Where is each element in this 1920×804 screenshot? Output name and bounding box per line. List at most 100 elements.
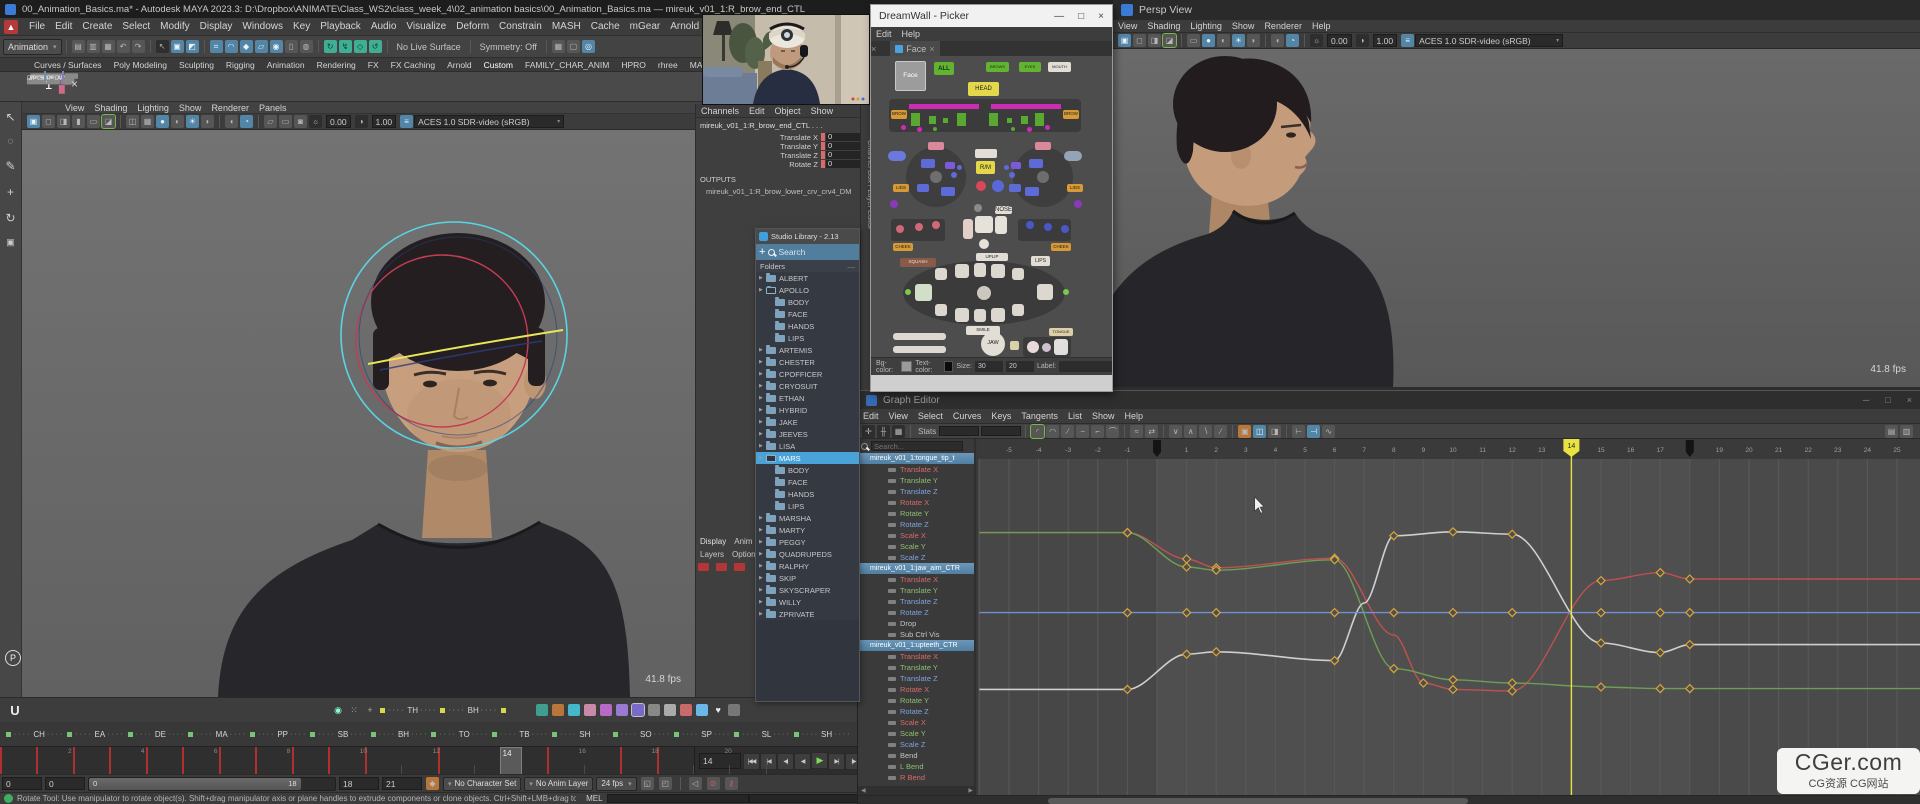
time-snap-icon[interactable]: ◫ — [1253, 425, 1266, 438]
picker-menu-item[interactable]: Edit — [871, 29, 897, 39]
channel-box-menu[interactable]: Object — [770, 106, 806, 116]
persp-exposure-field[interactable]: 0.00 — [1327, 34, 1352, 47]
attribute-value[interactable]: 0 — [826, 151, 860, 159]
anim-layer-icon[interactable] — [716, 563, 727, 571]
brow-slider-right[interactable] — [991, 104, 1061, 109]
auto-frame-icon[interactable]: ▣ — [1238, 425, 1251, 438]
expand-arrow-icon[interactable]: ▶ — [759, 599, 766, 605]
brow-left-button[interactable]: BROW — [891, 110, 907, 119]
smooth-shade-icon[interactable]: ● — [156, 115, 169, 128]
channel-box-menu[interactable]: Edit — [744, 106, 770, 116]
set-label[interactable]: SH — [579, 730, 590, 739]
set-label[interactable]: SO — [640, 730, 652, 739]
folder-row[interactable]: ▶ SKYSCRAPER — [756, 584, 859, 596]
graph-search-input[interactable] — [871, 441, 963, 451]
folder-row[interactable]: ▶ CPOFFICER — [756, 368, 859, 380]
channel-row[interactable]: Rotate Z — [858, 706, 974, 717]
single-pane-icon[interactable]: ▭ — [1187, 34, 1200, 47]
gate-mask-icon[interactable]: ◙ — [294, 115, 307, 128]
brow-dot[interactable] — [917, 127, 922, 132]
shelf-tab[interactable]: Poly Modeling — [108, 60, 173, 70]
all-button[interactable]: ALL — [934, 62, 954, 75]
maximize-button[interactable]: □ — [1078, 11, 1084, 22]
auto-key-toggle-icon[interactable]: ⚷ — [725, 777, 738, 790]
panel-close-icon[interactable]: × — [871, 44, 876, 54]
expand-arrow-icon[interactable]: ▶ — [759, 551, 766, 557]
channel-row[interactable]: Drop — [858, 618, 974, 629]
picker-menu-item[interactable]: Help — [897, 29, 926, 39]
stats-time-field[interactable] — [939, 426, 979, 436]
expand-arrow-icon[interactable]: ▶ — [759, 275, 766, 281]
set-label[interactable]: PP — [277, 730, 288, 739]
set-label[interactable]: CH — [33, 730, 45, 739]
field-chart-icon[interactable]: ▱ — [264, 115, 277, 128]
menu-item[interactable]: Create — [77, 21, 117, 32]
selection-set[interactable]: ···· BH ···· — [369, 730, 430, 739]
folder-row[interactable]: ▶ JEEVES — [756, 428, 859, 440]
blue-dot-ctl[interactable] — [992, 180, 1004, 192]
channel-row[interactable]: Translate Y — [858, 585, 974, 596]
gamma-field[interactable]: 1.00 — [372, 115, 397, 128]
expand-arrow-icon[interactable]: ▶ — [759, 575, 766, 581]
brows-group-button[interactable]: BROWS — [986, 62, 1009, 72]
step-tangent-icon[interactable]: ⌐ — [1091, 425, 1104, 438]
jaw-sub-ctl[interactable] — [1010, 341, 1019, 350]
cheek-left-button[interactable]: CHEEK — [893, 243, 913, 251]
persp-menu-item[interactable]: Show — [1227, 21, 1260, 31]
tool-icon[interactable] — [680, 704, 692, 716]
snap-curve-icon[interactable]: ◠ — [225, 40, 238, 53]
nose-ctl[interactable] — [995, 216, 1007, 234]
channel-row[interactable]: Translate X — [858, 651, 974, 662]
open-scene-icon[interactable]: ▥ — [87, 40, 100, 53]
expand-arrow-icon[interactable]: ▶ — [759, 431, 766, 437]
folder-row[interactable]: ▶ FACE — [756, 476, 859, 488]
close-button[interactable]: × — [1098, 11, 1104, 22]
gear-icon[interactable] — [728, 704, 740, 716]
eye-dot[interactable] — [1009, 172, 1015, 178]
folder-row[interactable]: ▶ HANDS — [756, 320, 859, 332]
linear-tangent-icon[interactable]: ∕ — [1061, 425, 1074, 438]
add-icon[interactable]: + — [364, 704, 376, 716]
construction-history-icon[interactable]: ↻ — [324, 40, 337, 53]
power-icon[interactable]: ◉ — [332, 704, 344, 716]
graph-menu-item[interactable]: List — [1063, 411, 1087, 421]
panel-options-icon[interactable]: ▥ — [1900, 425, 1913, 438]
brow-ctl[interactable] — [989, 113, 998, 126]
bg-color-swatch[interactable] — [901, 361, 912, 372]
maximize-button[interactable]: □ — [1885, 395, 1890, 405]
channel-box-menu[interactable]: Channels — [696, 106, 744, 116]
transport-button[interactable]: |◀◀ — [743, 753, 760, 770]
menu-item[interactable]: File — [24, 21, 50, 32]
persp-title-bar[interactable]: Persp View — [1113, 0, 1920, 20]
channel-attribute-row[interactable]: Translate Z 0 — [696, 151, 860, 159]
symmetry-label[interactable]: Symmetry: Off — [475, 42, 542, 52]
lock-weight-icon[interactable]: ∕ — [1214, 425, 1227, 438]
shelf-tab[interactable]: Rigging — [220, 60, 261, 70]
graph-menu-item[interactable]: Curves — [948, 411, 987, 421]
clamped-tangent-icon[interactable]: ◠ — [1046, 425, 1059, 438]
expand-arrow-icon[interactable]: ▶ — [759, 527, 766, 533]
channel-row[interactable]: Scale Z — [858, 739, 974, 750]
keyframe-tick[interactable] — [255, 747, 257, 775]
picker-canvas[interactable]: Face ALL BROWS EYES MOUTH HEAD BROW BROW — [871, 56, 1112, 357]
eye-ctl[interactable] — [921, 159, 935, 168]
cheek-dot[interactable] — [932, 221, 940, 229]
selection-set[interactable]: ···· SL ···· — [732, 730, 791, 739]
set-label[interactable]: MA — [216, 730, 228, 739]
menu-item[interactable]: Key — [288, 21, 315, 32]
expand-arrow-icon[interactable]: ▶ — [759, 407, 766, 413]
tool-icon[interactable] — [552, 704, 564, 716]
menu-item[interactable]: Deform — [451, 21, 494, 32]
main-viewport[interactable]: 41.8 fps — [22, 130, 695, 697]
squash-button[interactable]: SQUASH — [900, 258, 936, 267]
lighting-icon[interactable]: ☀ — [1232, 34, 1245, 47]
set-label[interactable]: DE — [155, 730, 166, 739]
channel-row[interactable]: Rotate Z — [858, 607, 974, 618]
shelf-tab[interactable]: Custom — [478, 60, 519, 70]
transport-button[interactable]: |◀ — [760, 753, 777, 770]
keyframe-tick[interactable] — [182, 747, 184, 775]
brow-dot[interactable] — [1027, 127, 1032, 132]
eye-ctl[interactable] — [941, 187, 955, 196]
tool-icon[interactable] — [584, 704, 596, 716]
select-object-mode-icon[interactable]: ▣ — [171, 40, 184, 53]
